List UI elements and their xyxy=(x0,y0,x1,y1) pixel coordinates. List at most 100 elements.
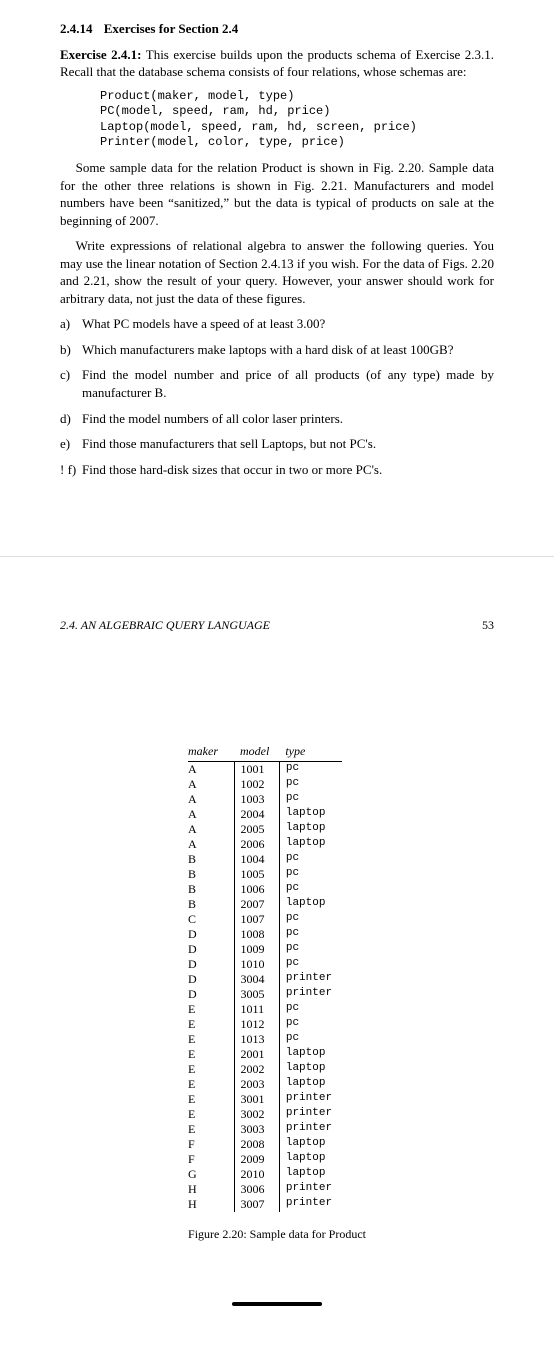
cell-model: 2003 xyxy=(234,1077,279,1092)
cell-type: laptop xyxy=(279,837,342,852)
table-row: H3007printer xyxy=(188,1197,342,1212)
table-row: D1009pc xyxy=(188,942,342,957)
question-item: a)What PC models have a speed of at leas… xyxy=(60,315,494,333)
figure-caption: Figure 2.20: Sample data for Product xyxy=(188,1226,366,1242)
cell-model: 1012 xyxy=(234,1017,279,1032)
page-1: 2.4.14 Exercises for Section 2.4 Exercis… xyxy=(0,0,554,526)
cell-maker: A xyxy=(188,792,234,807)
table-row: E2002laptop xyxy=(188,1062,342,1077)
cell-model: 3007 xyxy=(234,1197,279,1212)
cell-type: pc xyxy=(279,1032,342,1047)
question-text: Find the model numbers of all color lase… xyxy=(82,411,343,426)
cell-maker: A xyxy=(188,761,234,777)
bottom-indicator xyxy=(232,1302,322,1306)
question-marker: d) xyxy=(60,410,80,428)
cell-model: 1002 xyxy=(234,777,279,792)
question-list: a)What PC models have a speed of at leas… xyxy=(60,315,494,478)
cell-model: 1010 xyxy=(234,957,279,972)
th-model: model xyxy=(234,743,279,761)
table-row: B1006pc xyxy=(188,882,342,897)
cell-type: laptop xyxy=(279,1077,342,1092)
table-row: E3002printer xyxy=(188,1107,342,1122)
question-item: e)Find those manufacturers that sell Lap… xyxy=(60,435,494,453)
question-marker: ! f) xyxy=(60,461,80,479)
table-row: A2006laptop xyxy=(188,837,342,852)
schema-block: Product(maker, model, type) PC(model, sp… xyxy=(100,89,494,151)
question-text: Find those hard-disk sizes that occur in… xyxy=(82,462,382,477)
cell-model: 1007 xyxy=(234,912,279,927)
table-row: D3004printer xyxy=(188,972,342,987)
cell-model: 3001 xyxy=(234,1092,279,1107)
table-row: A2005laptop xyxy=(188,822,342,837)
running-head-text: 2.4. AN ALGEBRAIC QUERY LANGUAGE xyxy=(60,618,270,632)
cell-maker: G xyxy=(188,1167,234,1182)
table-row: A2004laptop xyxy=(188,807,342,822)
section-title: Exercises for Section 2.4 xyxy=(104,21,239,36)
table-row: B1004pc xyxy=(188,852,342,867)
cell-maker: E xyxy=(188,1062,234,1077)
question-text: Find those manufacturers that sell Lapto… xyxy=(82,436,376,451)
cell-maker: D xyxy=(188,972,234,987)
cell-model: 1009 xyxy=(234,942,279,957)
cell-type: laptop xyxy=(279,1062,342,1077)
table-row: E1011pc xyxy=(188,1002,342,1017)
cell-maker: E xyxy=(188,1077,234,1092)
cell-type: pc xyxy=(279,867,342,882)
table-row: A1001pc xyxy=(188,761,342,777)
cell-type: pc xyxy=(279,942,342,957)
cell-type: pc xyxy=(279,1002,342,1017)
cell-model: 2002 xyxy=(234,1062,279,1077)
table-header-row: maker model type xyxy=(188,743,342,761)
cell-type: laptop xyxy=(279,1047,342,1062)
cell-model: 2008 xyxy=(234,1137,279,1152)
table-row: A1003pc xyxy=(188,792,342,807)
cell-maker: F xyxy=(188,1152,234,1167)
cell-model: 3004 xyxy=(234,972,279,987)
cell-maker: B xyxy=(188,867,234,882)
table-row: E1012pc xyxy=(188,1017,342,1032)
cell-model: 2006 xyxy=(234,837,279,852)
table-row: C1007pc xyxy=(188,912,342,927)
cell-model: 2001 xyxy=(234,1047,279,1062)
cell-type: pc xyxy=(279,852,342,867)
table-row: D1008pc xyxy=(188,927,342,942)
cell-type: printer xyxy=(279,1122,342,1137)
cell-model: 1006 xyxy=(234,882,279,897)
cell-model: 3006 xyxy=(234,1182,279,1197)
table-row: A1002pc xyxy=(188,777,342,792)
exercise-label: Exercise 2.4.1: xyxy=(60,47,142,62)
cell-maker: D xyxy=(188,957,234,972)
cell-model: 2005 xyxy=(234,822,279,837)
exercise-intro: Exercise 2.4.1: This exercise builds upo… xyxy=(60,46,494,81)
cell-model: 2007 xyxy=(234,897,279,912)
question-marker: e) xyxy=(60,435,80,453)
cell-type: pc xyxy=(279,1017,342,1032)
cell-maker: A xyxy=(188,822,234,837)
cell-type: laptop xyxy=(279,1137,342,1152)
cell-type: printer xyxy=(279,1197,342,1212)
cell-maker: E xyxy=(188,1107,234,1122)
cell-maker: B xyxy=(188,852,234,867)
cell-maker: E xyxy=(188,1032,234,1047)
paragraph-instructions: Write expressions of relational algebra … xyxy=(60,237,494,307)
cell-model: 1004 xyxy=(234,852,279,867)
table-row: H3006printer xyxy=(188,1182,342,1197)
cell-model: 2010 xyxy=(234,1167,279,1182)
cell-maker: A xyxy=(188,807,234,822)
cell-maker: H xyxy=(188,1182,234,1197)
cell-model: 2004 xyxy=(234,807,279,822)
cell-maker: H xyxy=(188,1197,234,1212)
page-2: 2.4. AN ALGEBRAIC QUERY LANGUAGE 53 make… xyxy=(0,556,554,1346)
cell-maker: E xyxy=(188,1002,234,1017)
question-marker: c) xyxy=(60,366,80,384)
section-number: 2.4.14 xyxy=(60,20,93,38)
table-row: F2008laptop xyxy=(188,1137,342,1152)
cell-type: printer xyxy=(279,1092,342,1107)
question-item: ! f)Find those hard-disk sizes that occu… xyxy=(60,461,494,479)
cell-type: laptop xyxy=(279,807,342,822)
cell-type: pc xyxy=(279,957,342,972)
cell-type: pc xyxy=(279,761,342,777)
cell-maker: E xyxy=(188,1047,234,1062)
cell-maker: D xyxy=(188,942,234,957)
section-heading: 2.4.14 Exercises for Section 2.4 xyxy=(60,20,494,38)
